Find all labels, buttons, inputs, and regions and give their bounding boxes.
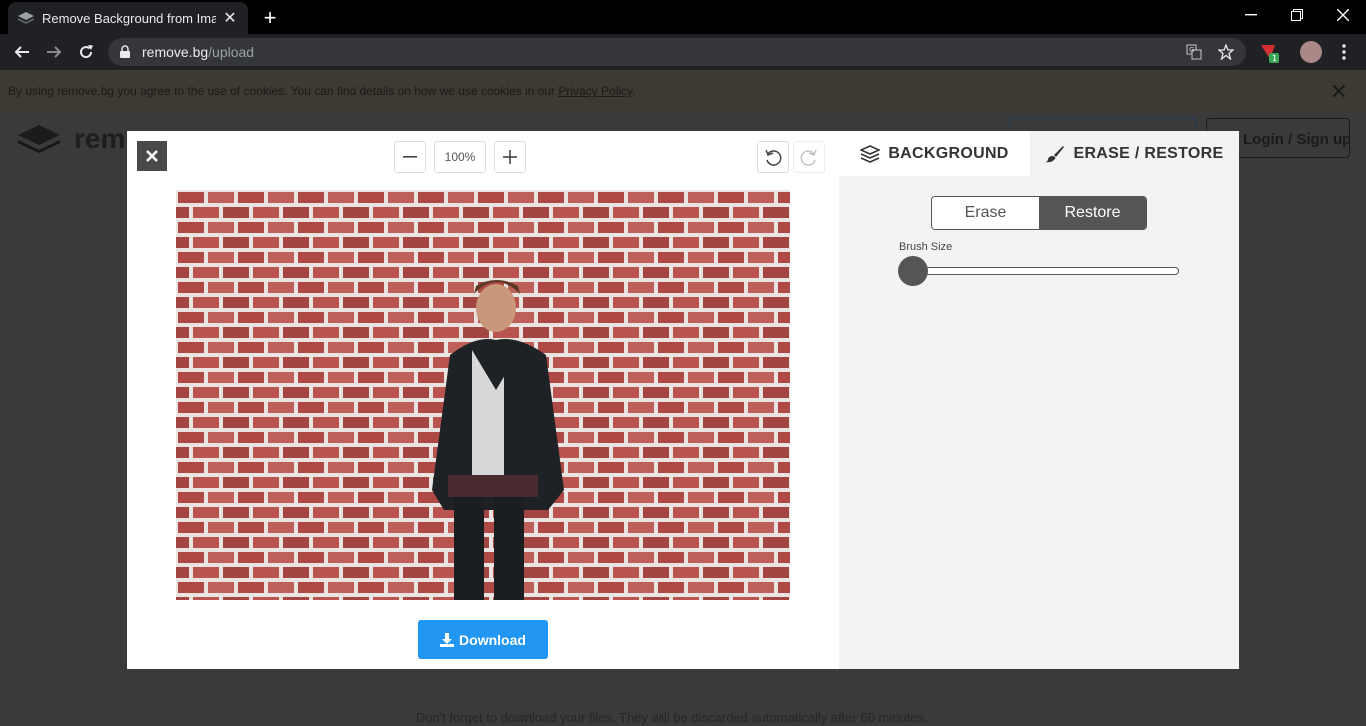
privacy-policy-link[interactable]: Privacy Policy (558, 84, 632, 98)
tab-erase-restore-label: ERASE / RESTORE (1073, 144, 1224, 162)
brush-size-handle[interactable] (898, 256, 928, 286)
erase-mode-button[interactable]: Erase (932, 197, 1039, 229)
close-window-icon[interactable] (1320, 0, 1366, 30)
cookie-text: By using remove.bg you agree to the use … (8, 84, 635, 98)
restore-window-icon[interactable] (1274, 0, 1320, 30)
tab-background-label: BACKGROUND (888, 144, 1009, 162)
cookie-suffix: . (632, 84, 636, 98)
minus-icon (403, 156, 417, 158)
svg-text:1: 1 (1272, 54, 1277, 63)
undo-icon (765, 149, 782, 166)
zoom-level: 100% (434, 141, 486, 173)
plus-icon (503, 150, 517, 164)
url-path: /upload (208, 44, 255, 60)
browser-menu-icon[interactable] (1332, 40, 1356, 64)
undo-button[interactable] (757, 141, 789, 173)
tab-erase-restore[interactable]: ERASE / RESTORE (1030, 131, 1239, 176)
forward-arrow-icon[interactable] (42, 40, 66, 64)
download-icon (440, 632, 455, 647)
layers-icon (860, 144, 881, 163)
download-button[interactable]: Download (418, 620, 548, 659)
lock-icon (120, 45, 130, 58)
browser-tab[interactable]: Remove Background from Image ✕ (8, 2, 248, 34)
browser-toolbar: remove.bg/upload G 1 (0, 34, 1366, 70)
tab-title: Remove Background from Image (42, 10, 216, 26)
edit-panel: BACKGROUND ERASE / RESTORE Erase Restore… (839, 131, 1239, 669)
photo-canvas (176, 190, 790, 600)
address-bar[interactable]: remove.bg/upload G (108, 38, 1246, 66)
url-text: remove.bg/upload (142, 44, 254, 60)
zoom-out-button[interactable] (394, 141, 426, 173)
edited-photo[interactable] (176, 190, 790, 600)
redo-button[interactable] (793, 141, 825, 173)
close-icon (146, 150, 158, 162)
new-tab-button[interactable]: + (260, 5, 280, 31)
download-label: Download (459, 631, 526, 648)
bookmark-star-icon[interactable] (1216, 42, 1236, 62)
svg-text:G: G (1189, 46, 1194, 54)
profile-avatar[interactable] (1300, 41, 1322, 63)
zoom-in-button[interactable] (494, 141, 526, 173)
cookie-close-icon[interactable]: ✕ (1330, 79, 1348, 105)
tab-background[interactable]: BACKGROUND (839, 131, 1030, 176)
tab-close-icon[interactable]: ✕ (222, 8, 238, 28)
erase-restore-toggle: Erase Restore (931, 196, 1147, 230)
redo-icon (800, 149, 817, 166)
brush-size-label: Brush Size (899, 241, 953, 253)
brush-size-slider[interactable] (899, 267, 1179, 275)
minimize-icon[interactable] (1228, 0, 1274, 30)
removebg-favicon-icon (18, 10, 34, 26)
discard-notice: Don't forget to download your files. The… (416, 710, 928, 725)
browser-tab-strip: Remove Background from Image ✕ + (0, 0, 1366, 34)
restore-mode-button[interactable]: Restore (1039, 197, 1146, 229)
cookie-message: By using remove.bg you agree to the use … (8, 84, 559, 98)
extension-icon[interactable]: 1 (1257, 40, 1281, 64)
close-editor-button[interactable] (137, 141, 167, 171)
logo-layers-icon (18, 125, 60, 153)
url-domain: remove.bg (142, 44, 209, 60)
brush-icon (1045, 145, 1065, 162)
reload-icon[interactable] (74, 40, 98, 64)
translate-icon[interactable]: G (1184, 42, 1204, 62)
back-arrow-icon[interactable] (10, 40, 34, 64)
cookie-notice: By using remove.bg you agree to the use … (0, 70, 1366, 112)
site-logo: remove (16, 123, 174, 160)
editor-modal: 100% Download BACKGROUND ERASE / RESTORE… (127, 131, 1239, 669)
